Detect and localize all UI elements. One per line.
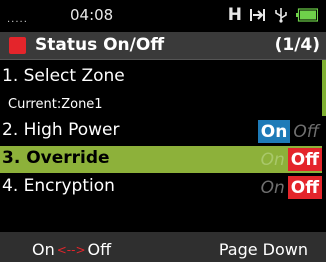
toggle-off-option[interactable]: Off — [287, 148, 322, 171]
toggle-off-option[interactable]: Off — [290, 120, 322, 143]
high-power-toggle[interactable]: On Off — [257, 120, 322, 143]
signal-strength-icon: ..... — [7, 14, 28, 25]
menu-item-label: 1. Select Zone — [2, 66, 125, 86]
softkey-on-label: On — [32, 240, 55, 259]
status-square-icon — [9, 37, 26, 54]
softkey-off-label: Off — [87, 240, 112, 259]
menu-item-label: 3. Override — [2, 148, 110, 168]
menu-item-high-power[interactable]: 2. High Power On Off — [0, 118, 322, 145]
scrollbar-thumb[interactable] — [322, 60, 326, 116]
toggle-softkey[interactable]: On <--> Off — [32, 240, 111, 259]
page-indicator: (1/4) — [274, 35, 320, 55]
current-zone-value: Current:Zone1 — [0, 91, 322, 118]
title-bar: Status On/Off (1/4) — [0, 32, 326, 60]
toggle-on-option[interactable]: On — [257, 120, 291, 143]
page-title: Status On/Off — [35, 35, 165, 55]
menu-item-encryption[interactable]: 4. Encryption On Off — [0, 174, 322, 201]
menu-item-override[interactable]: 3. Override On Off — [0, 146, 322, 173]
menu-item-select-zone[interactable]: 1. Select Zone — [0, 64, 322, 91]
encryption-toggle[interactable]: On Off — [258, 176, 322, 199]
page-down-softkey[interactable]: Page Down — [219, 240, 308, 259]
arrow-to-bar-icon — [250, 8, 266, 22]
status-icons: H — [228, 4, 318, 26]
menu-item-label: 4. Encryption — [2, 176, 115, 196]
status-bar: ..... 04:08 H — [0, 0, 326, 32]
toggle-on-option[interactable]: On — [258, 176, 288, 199]
softkey-bar: On <--> Off Page Down — [0, 232, 326, 262]
battery-icon — [296, 8, 318, 22]
menu-item-label: 2. High Power — [2, 120, 120, 140]
usb-icon — [274, 7, 288, 23]
toggle-off-option[interactable]: Off — [287, 176, 322, 199]
toggle-on-option[interactable]: On — [258, 148, 288, 171]
swap-arrow-icon: <--> — [56, 242, 86, 257]
high-power-icon: H — [227, 5, 242, 25]
override-toggle[interactable]: On Off — [258, 148, 322, 171]
clock: 04:08 — [70, 6, 114, 24]
current-zone-label: Current:Zone1 — [8, 97, 103, 112]
